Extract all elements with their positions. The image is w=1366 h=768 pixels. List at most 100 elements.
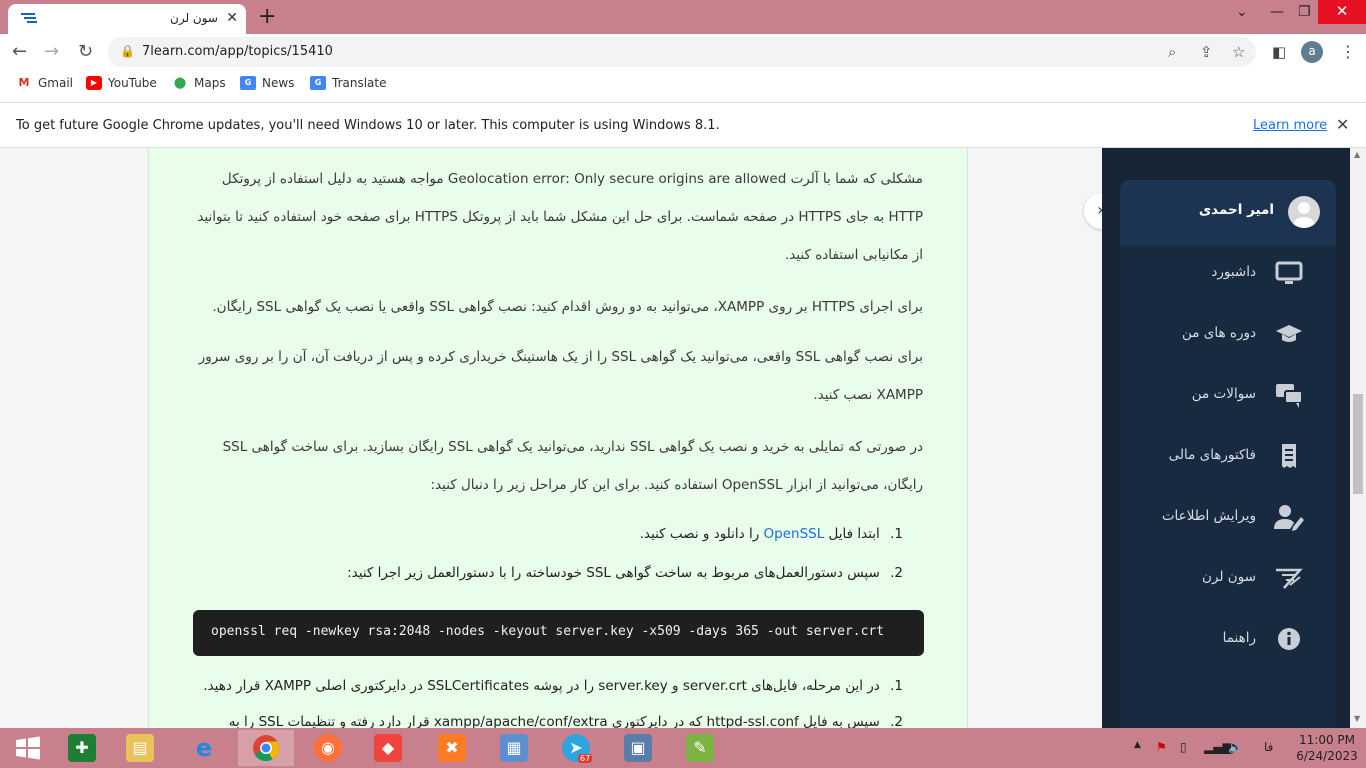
sidebar-item-invoices[interactable]: فاکتورهای مالی (1120, 436, 1336, 476)
forward-arrow-icon[interactable]: → (44, 41, 59, 62)
address-bar[interactable]: 🔒 7learn.com/app/topics/15410 ⌕ ⇪ ☆ (108, 37, 1256, 67)
taskbar-telegram[interactable]: ➤ 67 (548, 730, 604, 766)
7learn-favicon-icon (21, 13, 37, 23)
bookmark-maps[interactable]: ⬤ Maps (172, 76, 226, 90)
lock-icon[interactable]: 🔒 (120, 44, 135, 58)
list-item: 2. سپس به فایل httpd-ssl.conf که در دایر… (228, 714, 903, 728)
excel-icon: ✚ (68, 734, 96, 762)
taskbar-xampp[interactable]: ✖ (424, 730, 480, 766)
chat-bubbles-icon (1274, 381, 1304, 409)
bookmark-youtube[interactable]: ▶ YouTube (86, 76, 157, 90)
windows-logo-icon (16, 736, 40, 760)
list-item: 2. سپس دستورالعمل‌های مربوط به ساخت گواه… (347, 565, 903, 581)
list-item: 1. در این مرحله، فایل‌های server.crt و s… (203, 678, 903, 694)
taskbar-anydesk[interactable]: ◆ (360, 730, 416, 766)
tab-close-icon[interactable]: ✕ (226, 10, 238, 26)
sidebar-item-7learn[interactable]: سون لرن (1120, 558, 1336, 598)
openssl-link[interactable]: OpenSSL (764, 526, 825, 542)
graduation-cap-icon (1274, 320, 1304, 348)
bookmark-gmail[interactable]: M Gmail (16, 76, 74, 90)
bookmark-star-icon[interactable]: ☆ (1232, 43, 1245, 61)
restore-button[interactable]: ❐ (1298, 4, 1311, 20)
language-indicator[interactable]: فا (1264, 740, 1273, 754)
firefox-icon: ◉ (314, 734, 342, 762)
tab-search-chevron-icon[interactable]: ⌄ (1236, 4, 1248, 20)
side-panel-icon[interactable]: ◧ (1272, 43, 1286, 61)
paragraph-4: در صورتی که تمایلی به خرید و نصب یک گواه… (222, 439, 923, 493)
volume-icon[interactable]: 🔈 (1228, 740, 1243, 754)
youtube-icon: ▶ (86, 76, 102, 90)
tab-title: سون لرن (170, 11, 218, 25)
gmail-icon: M (18, 76, 30, 89)
maps-icon: ⬤ (173, 76, 187, 89)
taskbar-remote-desktop[interactable]: ▣ (610, 730, 666, 766)
taskbar-chrome[interactable] (238, 730, 294, 766)
infobar-close-icon[interactable]: ✕ (1336, 115, 1349, 134)
new-tab-button[interactable]: + (258, 4, 276, 29)
page-scrollbar[interactable]: ▲ ▼ (1350, 148, 1366, 728)
url-text[interactable]: 7learn.com/app/topics/15410 (142, 44, 333, 59)
notepad-plus-icon: ✎ (686, 734, 714, 762)
folder-icon: ▤ (126, 734, 154, 762)
control-panel-icon: ▦ (500, 734, 528, 762)
close-window-button[interactable]: ✕ (1318, 0, 1366, 24)
taskbar-control-panel[interactable]: ▦ (486, 730, 542, 766)
user-avatar-icon (1293, 202, 1315, 228)
chrome-update-infobar: To get future Google Chrome updates, you… (0, 102, 1366, 148)
user-name: امیر احمدی (1198, 202, 1274, 218)
browser-tab[interactable]: سون لرن ✕ (8, 4, 246, 34)
sidebar-item-help[interactable]: راهنما (1120, 619, 1336, 659)
monitor-icon (1274, 259, 1304, 287)
menu-kebab-icon[interactable]: ⋮ (1340, 42, 1356, 61)
reload-icon[interactable]: ↻ (78, 41, 93, 62)
chrome-icon (253, 735, 280, 762)
paragraph-2: برای اجرای HTTPS بر روی XAMPP، می‌توانید… (212, 299, 923, 315)
taskbar-firefox[interactable]: ◉ (300, 730, 356, 766)
scrollbar-thumb[interactable] (1353, 394, 1363, 494)
sidebar-item-edit-profile[interactable]: ویرایش اطلاعات (1120, 497, 1336, 537)
user-sidebar: امیر احمدی داشبورد دوره های من سوالات من (1102, 148, 1350, 728)
profile-avatar[interactable]: a (1301, 41, 1323, 63)
remote-desktop-icon: ▣ (624, 734, 652, 762)
share-icon[interactable]: ⇪ (1200, 43, 1213, 61)
start-button[interactable] (0, 730, 56, 766)
taskbar-internet-explorer[interactable]: e (176, 730, 232, 766)
bookmark-news[interactable]: G News (240, 76, 294, 90)
bookmark-translate[interactable]: G Translate (310, 76, 387, 90)
taskbar-file-explorer[interactable]: ▤ (112, 730, 168, 766)
info-icon (1274, 625, 1304, 653)
zoom-search-icon[interactable]: ⌕ (1168, 43, 1176, 61)
scroll-up-icon[interactable]: ▲ (1354, 150, 1360, 159)
tray-overflow-icon[interactable]: ▲ (1134, 740, 1141, 750)
anydesk-icon: ◆ (374, 734, 402, 762)
learn-more-link[interactable]: Learn more (1253, 118, 1327, 133)
minimize-button[interactable]: — (1270, 4, 1284, 20)
network-error-icon[interactable]: ⚑ (1156, 740, 1167, 754)
system-clock[interactable]: 11:00 PM 6/24/2023 (1292, 732, 1362, 764)
sidebar-item-my-courses[interactable]: دوره های من (1120, 314, 1336, 354)
back-arrow-icon[interactable]: ← (12, 41, 27, 62)
list-item: 1. ابتدا فایل OpenSSL را دانلود و نصب کن… (639, 526, 903, 542)
user-edit-icon (1274, 503, 1304, 531)
user-profile-card[interactable]: امیر احمدی (1120, 180, 1336, 246)
code-block[interactable]: openssl req -newkey rsa:2048 -nodes -key… (193, 610, 924, 656)
news-icon: G (240, 76, 256, 90)
7learn-logo-icon (1274, 564, 1304, 592)
battery-icon[interactable]: ▯ (1180, 740, 1187, 754)
translate-icon: G (310, 76, 326, 90)
windows-taskbar: ✚ ▤ e ◉ ◆ ✖ ▦ ➤ 67 ▣ ✎ ▲ ⚑ ▯ ▂▄▆ 🔈 فا 11… (0, 728, 1366, 768)
sidebar-item-my-questions[interactable]: سوالات من (1120, 375, 1336, 415)
paragraph-1: مشکلی که شما با آلرت Geolocation error: … (197, 171, 923, 263)
taskbar-excel[interactable]: ✚ (54, 730, 110, 766)
code-text[interactable]: openssl req -newkey rsa:2048 -nodes -key… (211, 624, 884, 639)
bookmarks-bar: M Gmail ▶ YouTube ⬤ Maps G News G Transl… (0, 70, 1366, 100)
browser-toolbar: ← → ↻ 🔒 7learn.com/app/topics/15410 ⌕ ⇪ … (0, 34, 1366, 70)
sidebar-item-dashboard[interactable]: داشبورد (1120, 253, 1336, 293)
answer-article: مشکلی که شما با آلرت Geolocation error: … (148, 148, 968, 728)
browser-titlebar: سون لرن ✕ + ⌄ — ❐ ✕ (0, 0, 1366, 34)
taskbar-notepad-plus[interactable]: ✎ (672, 730, 728, 766)
scroll-down-icon[interactable]: ▼ (1354, 714, 1360, 723)
infobar-message: To get future Google Chrome updates, you… (16, 118, 720, 133)
avatar (1288, 196, 1320, 228)
xampp-icon: ✖ (438, 734, 466, 762)
